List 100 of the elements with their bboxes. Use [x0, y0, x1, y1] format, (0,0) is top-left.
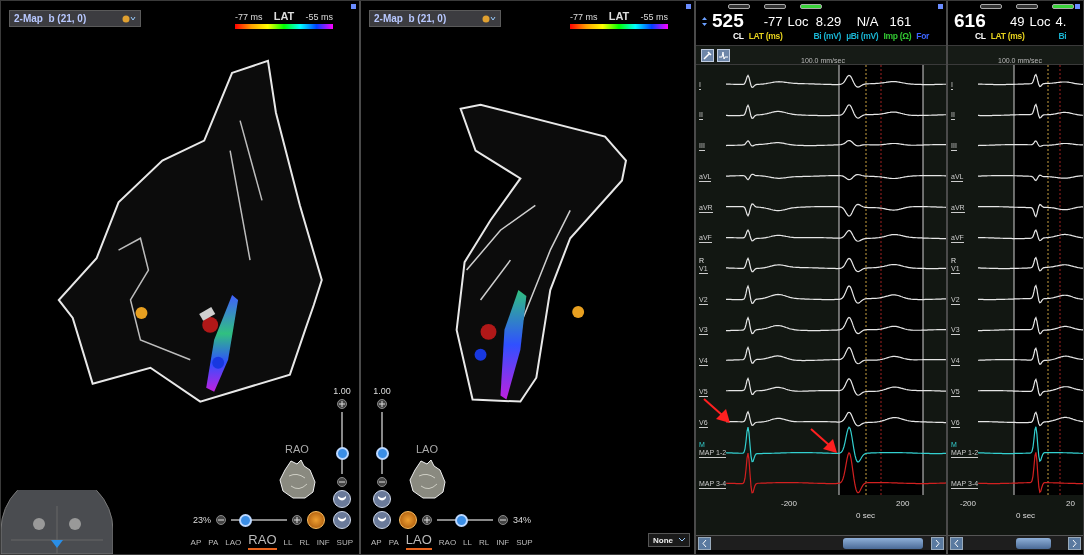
readout-value: 161 — [889, 13, 912, 31]
minus-button[interactable] — [337, 477, 347, 487]
orientation-label: LAO — [416, 443, 438, 455]
scroll-left-button[interactable] — [950, 536, 963, 550]
view-tab[interactable]: SUP — [516, 538, 533, 550]
transparency-slider-thumb[interactable] — [454, 513, 468, 527]
view-tab[interactable]: INF — [496, 538, 510, 550]
view-tab[interactable]: LAO — [225, 538, 242, 550]
readout-value: 4. — [1055, 13, 1067, 31]
readout-value: Loc — [787, 13, 809, 31]
time-tick-label: 20 — [1066, 499, 1075, 508]
compass-drawing[interactable] — [1, 490, 113, 554]
scroll-left-button[interactable] — [698, 536, 711, 550]
chevron-left-icon — [954, 539, 959, 547]
plus-button[interactable] — [377, 399, 387, 409]
view-tab[interactable]: RAO — [248, 532, 277, 550]
zero-time-label: 0 sec — [856, 511, 876, 520]
plus-icon — [339, 401, 345, 407]
orientation-label: RAO — [285, 443, 309, 455]
view-tab[interactable]: RL — [479, 538, 490, 550]
scale-max: -55 ms — [305, 12, 333, 22]
opacity-slider-thumb[interactable] — [375, 446, 389, 460]
plus-button[interactable] — [422, 515, 432, 525]
plus-button[interactable] — [337, 399, 347, 409]
view-tab[interactable]: AP — [190, 538, 202, 550]
chevron-left-icon — [702, 539, 707, 547]
map-selector[interactable]: 2-Map b (21, 0) — [9, 10, 141, 27]
view-tab[interactable]: PA — [208, 538, 219, 550]
tool-button[interactable] — [717, 48, 730, 62]
filter-dropdown[interactable]: None — [648, 533, 690, 547]
scroll-thumb[interactable] — [842, 537, 923, 549]
sort-arrows-icon[interactable] — [702, 17, 707, 26]
wrench-icon — [703, 50, 712, 60]
status-indicator — [686, 4, 691, 9]
opacity-value: 1.00 — [333, 386, 351, 396]
view-tab[interactable]: LAO — [405, 532, 432, 550]
zero-time-label: 0 sec — [1016, 511, 1036, 520]
map-selector[interactable]: 2-Map b (21, 0) — [369, 10, 501, 27]
time-tick-label: 200 — [896, 499, 910, 508]
minus-icon — [339, 481, 345, 483]
caret-icon — [482, 14, 496, 23]
chevron-right-icon — [1072, 539, 1077, 547]
readout-value: Loc — [1029, 13, 1051, 31]
view-tab[interactable]: LL — [283, 538, 293, 550]
minus-button[interactable] — [216, 515, 226, 525]
view-tab[interactable]: RAO — [438, 538, 457, 550]
scroll-right-button[interactable] — [1068, 536, 1081, 550]
view-tab[interactable]: LL — [463, 538, 472, 550]
view-tab[interactable]: PA — [388, 538, 399, 550]
view-tab[interactable]: INF — [316, 538, 330, 550]
sphere-button[interactable] — [307, 511, 325, 529]
readout-value: 616 — [954, 11, 986, 31]
minus-icon — [218, 519, 224, 521]
waveform-icon — [719, 50, 728, 60]
heart-model-icon — [277, 458, 317, 500]
minus-icon — [500, 519, 506, 521]
view-button[interactable] — [333, 490, 351, 508]
readout-label: Bi — [1058, 31, 1067, 41]
tool-button[interactable] — [701, 48, 714, 62]
scale-title: LAT — [608, 10, 630, 22]
readout-label: Bi (mV) — [813, 31, 842, 41]
status-indicator — [938, 4, 943, 9]
readout-value: 49 — [1010, 13, 1025, 31]
scale-max: -55 ms — [640, 12, 668, 22]
caret-icon — [679, 538, 685, 542]
readout-label: Imp (Ω) — [883, 31, 912, 41]
scroll-right-button[interactable] — [931, 536, 944, 550]
view-tab[interactable]: RL — [299, 538, 310, 550]
time-tick-label: -200 — [960, 499, 976, 508]
plus-button[interactable] — [292, 515, 302, 525]
scale-title: LAT — [273, 10, 295, 22]
readout-label: µBi (mV) — [846, 31, 879, 41]
status-indicator — [1075, 4, 1080, 9]
transparency-slider-thumb[interactable] — [239, 513, 252, 527]
view-button[interactable] — [333, 511, 351, 529]
readout-label: CL — [974, 31, 986, 41]
readout-value: N/A — [856, 13, 879, 31]
chevron-right-icon — [935, 539, 940, 547]
minus-button[interactable] — [498, 515, 508, 525]
opacity-slider-thumb[interactable] — [335, 446, 349, 460]
readout-value: 525 — [712, 11, 744, 31]
readout-label: LAT (ms) — [748, 31, 783, 41]
caret-icon — [122, 14, 136, 23]
minus-icon — [379, 481, 385, 483]
readout-label: LAT (ms) — [990, 31, 1025, 41]
transparency-value: 34% — [513, 515, 531, 525]
view-button[interactable] — [373, 490, 391, 508]
pointer-arrow-icon — [810, 428, 837, 453]
scroll-thumb[interactable] — [1015, 537, 1051, 549]
status-indicator — [351, 4, 356, 9]
sphere-button[interactable] — [399, 511, 417, 529]
readout-label: CL — [732, 31, 744, 41]
heart-model-icon — [407, 458, 447, 500]
view-button[interactable] — [373, 511, 391, 529]
readout-label: For — [916, 31, 930, 41]
plus-icon — [294, 517, 300, 523]
view-tab[interactable]: SUP — [336, 538, 353, 550]
transparency-value: 23% — [193, 515, 211, 525]
view-tab[interactable]: AP — [371, 538, 382, 550]
minus-button[interactable] — [377, 477, 387, 487]
